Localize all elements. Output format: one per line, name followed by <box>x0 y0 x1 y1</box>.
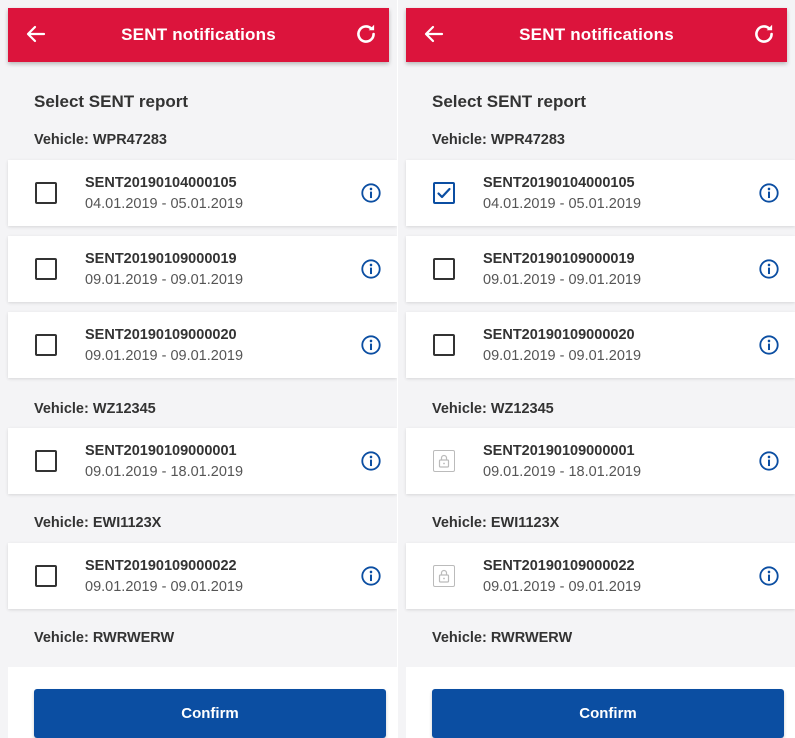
report-row[interactable]: SENT20190109000020 09.01.2019 - 09.01.20… <box>8 312 397 378</box>
report-row[interactable]: SENT20190109000001 09.01.2019 - 18.01.20… <box>406 428 795 494</box>
vehicle-header: Vehicle: WZ12345 <box>34 401 156 417</box>
app-bar-title: SENT notifications <box>121 25 276 44</box>
report-dates: 09.01.2019 - 09.01.2019 <box>483 272 642 288</box>
lock-icon <box>438 569 450 583</box>
report-checkbox[interactable] <box>433 258 455 280</box>
vehicle-header: Vehicle: WPR47283 <box>432 132 565 148</box>
vehicle-header: Vehicle: RWRWERW <box>34 630 175 646</box>
report-dates: 09.01.2019 - 09.01.2019 <box>85 348 244 364</box>
screen-unselected: SENT notifications Select SENT report Ve… <box>0 0 397 738</box>
info-icon[interactable] <box>758 450 780 472</box>
report-dates: 09.01.2019 - 09.01.2019 <box>483 348 642 364</box>
report-row[interactable]: SENT20190109000022 09.01.2019 - 09.01.20… <box>406 543 795 609</box>
report-id: SENT20190109000019 <box>85 251 237 267</box>
info-icon[interactable] <box>360 565 382 587</box>
checkmark-icon <box>437 187 451 199</box>
report-id: SENT20190109000022 <box>85 558 237 574</box>
report-dates: 04.01.2019 - 05.01.2019 <box>85 196 244 212</box>
report-id: SENT20190109000020 <box>85 327 237 343</box>
report-id: SENT20190109000022 <box>483 558 635 574</box>
report-checkbox[interactable] <box>35 258 57 280</box>
section-title: Select SENT report <box>432 92 586 111</box>
report-id: SENT20190109000001 <box>85 443 237 459</box>
report-checkbox[interactable] <box>433 334 455 356</box>
vehicle-header: Vehicle: RWRWERW <box>432 630 573 646</box>
vehicle-header: Vehicle: WZ12345 <box>432 401 554 417</box>
report-row[interactable]: SENT20190104000105 04.01.2019 - 05.01.20… <box>406 160 795 226</box>
report-id: SENT20190109000001 <box>483 443 635 459</box>
info-icon[interactable] <box>758 258 780 280</box>
info-icon[interactable] <box>758 334 780 356</box>
app-bar: SENT notifications <box>8 8 389 62</box>
refresh-icon[interactable] <box>353 21 379 47</box>
report-row[interactable]: SENT20190109000020 09.01.2019 - 09.01.20… <box>406 312 795 378</box>
report-row[interactable]: SENT20190109000001 09.01.2019 - 18.01.20… <box>8 428 397 494</box>
report-checkbox-checked[interactable] <box>433 182 455 204</box>
report-list: Select SENT report Vehicle: WPR47283 SEN… <box>406 62 795 738</box>
info-icon[interactable] <box>758 182 780 204</box>
vehicle-header: Vehicle: EWI1123X <box>432 515 560 531</box>
report-list: Select SENT report Vehicle: WPR47283 SEN… <box>8 62 397 738</box>
report-id: SENT20190104000105 <box>85 175 237 191</box>
info-icon[interactable] <box>360 258 382 280</box>
report-dates: 09.01.2019 - 09.01.2019 <box>85 579 244 595</box>
info-icon[interactable] <box>360 450 382 472</box>
report-dates: 09.01.2019 - 09.01.2019 <box>85 272 244 288</box>
refresh-icon[interactable] <box>751 21 777 47</box>
report-row[interactable]: SENT20190104000105 04.01.2019 - 05.01.20… <box>8 160 397 226</box>
vehicle-header: Vehicle: WPR47283 <box>34 132 167 148</box>
report-dates: 09.01.2019 - 18.01.2019 <box>483 464 642 480</box>
report-row[interactable]: SENT20190109000019 09.01.2019 - 09.01.20… <box>8 236 397 302</box>
report-checkbox[interactable] <box>35 182 57 204</box>
vehicle-header: Vehicle: EWI1123X <box>34 515 162 531</box>
report-dates: 04.01.2019 - 05.01.2019 <box>483 196 642 212</box>
report-checkbox[interactable] <box>35 565 57 587</box>
confirm-button[interactable]: Confirm <box>432 689 784 738</box>
screen-one-selected: SENT notifications Select SENT report Ve… <box>398 0 795 738</box>
report-checkbox-locked <box>433 565 455 587</box>
report-row[interactable]: SENT20190109000022 09.01.2019 - 09.01.20… <box>8 543 397 609</box>
info-icon[interactable] <box>360 334 382 356</box>
report-checkbox-locked <box>433 450 455 472</box>
confirm-button[interactable]: Confirm <box>34 689 386 738</box>
app-bar-title: SENT notifications <box>519 25 674 44</box>
report-dates: 09.01.2019 - 18.01.2019 <box>85 464 244 480</box>
report-checkbox[interactable] <box>35 450 57 472</box>
info-icon[interactable] <box>758 565 780 587</box>
report-id: SENT20190109000019 <box>483 251 635 267</box>
section-title: Select SENT report <box>34 92 188 111</box>
report-id: SENT20190109000020 <box>483 327 635 343</box>
report-checkbox[interactable] <box>35 334 57 356</box>
report-dates: 09.01.2019 - 09.01.2019 <box>483 579 642 595</box>
report-id: SENT20190104000105 <box>483 175 635 191</box>
app-bar: SENT notifications <box>406 8 787 62</box>
report-row[interactable]: SENT20190109000019 09.01.2019 - 09.01.20… <box>406 236 795 302</box>
info-icon[interactable] <box>360 182 382 204</box>
lock-icon <box>438 454 450 468</box>
